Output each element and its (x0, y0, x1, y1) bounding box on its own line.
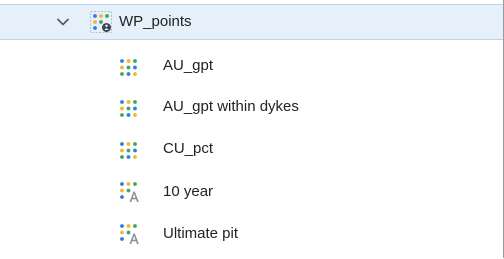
color-points-attribute-icon (119, 139, 141, 161)
text-points-attribute-icon (119, 181, 141, 203)
points-object-icon (90, 11, 112, 33)
tree-item-au-gpt-within-dykes[interactable]: AU_gpt within dykes (0, 89, 503, 125)
text-points-attribute-icon (119, 223, 141, 245)
tree-panel: WP_points AU_gpt AU_gpt within dykes CU_… (0, 0, 504, 258)
tree-item-label: Ultimate pit (163, 225, 239, 242)
tree-item-au-gpt[interactable]: AU_gpt (0, 48, 503, 84)
tree-item-ultimate-pit[interactable]: Ultimate pit (0, 216, 503, 252)
tree-item-label: 10 year (163, 183, 214, 200)
tree-item-10-year[interactable]: 10 year (0, 174, 503, 210)
color-points-attribute-icon (119, 97, 141, 119)
chevron-down-icon[interactable] (54, 13, 72, 31)
color-points-attribute-icon (119, 56, 141, 78)
tree-item-label: CU_pct (163, 140, 214, 157)
tree-item-wp-points[interactable]: WP_points (0, 4, 503, 40)
tree-item-cu-pct[interactable]: CU_pct (0, 131, 503, 167)
tree-item-label: WP_points (119, 13, 192, 30)
tree-item-label: AU_gpt within dykes (163, 98, 299, 115)
tree-item-label: AU_gpt (163, 57, 214, 74)
